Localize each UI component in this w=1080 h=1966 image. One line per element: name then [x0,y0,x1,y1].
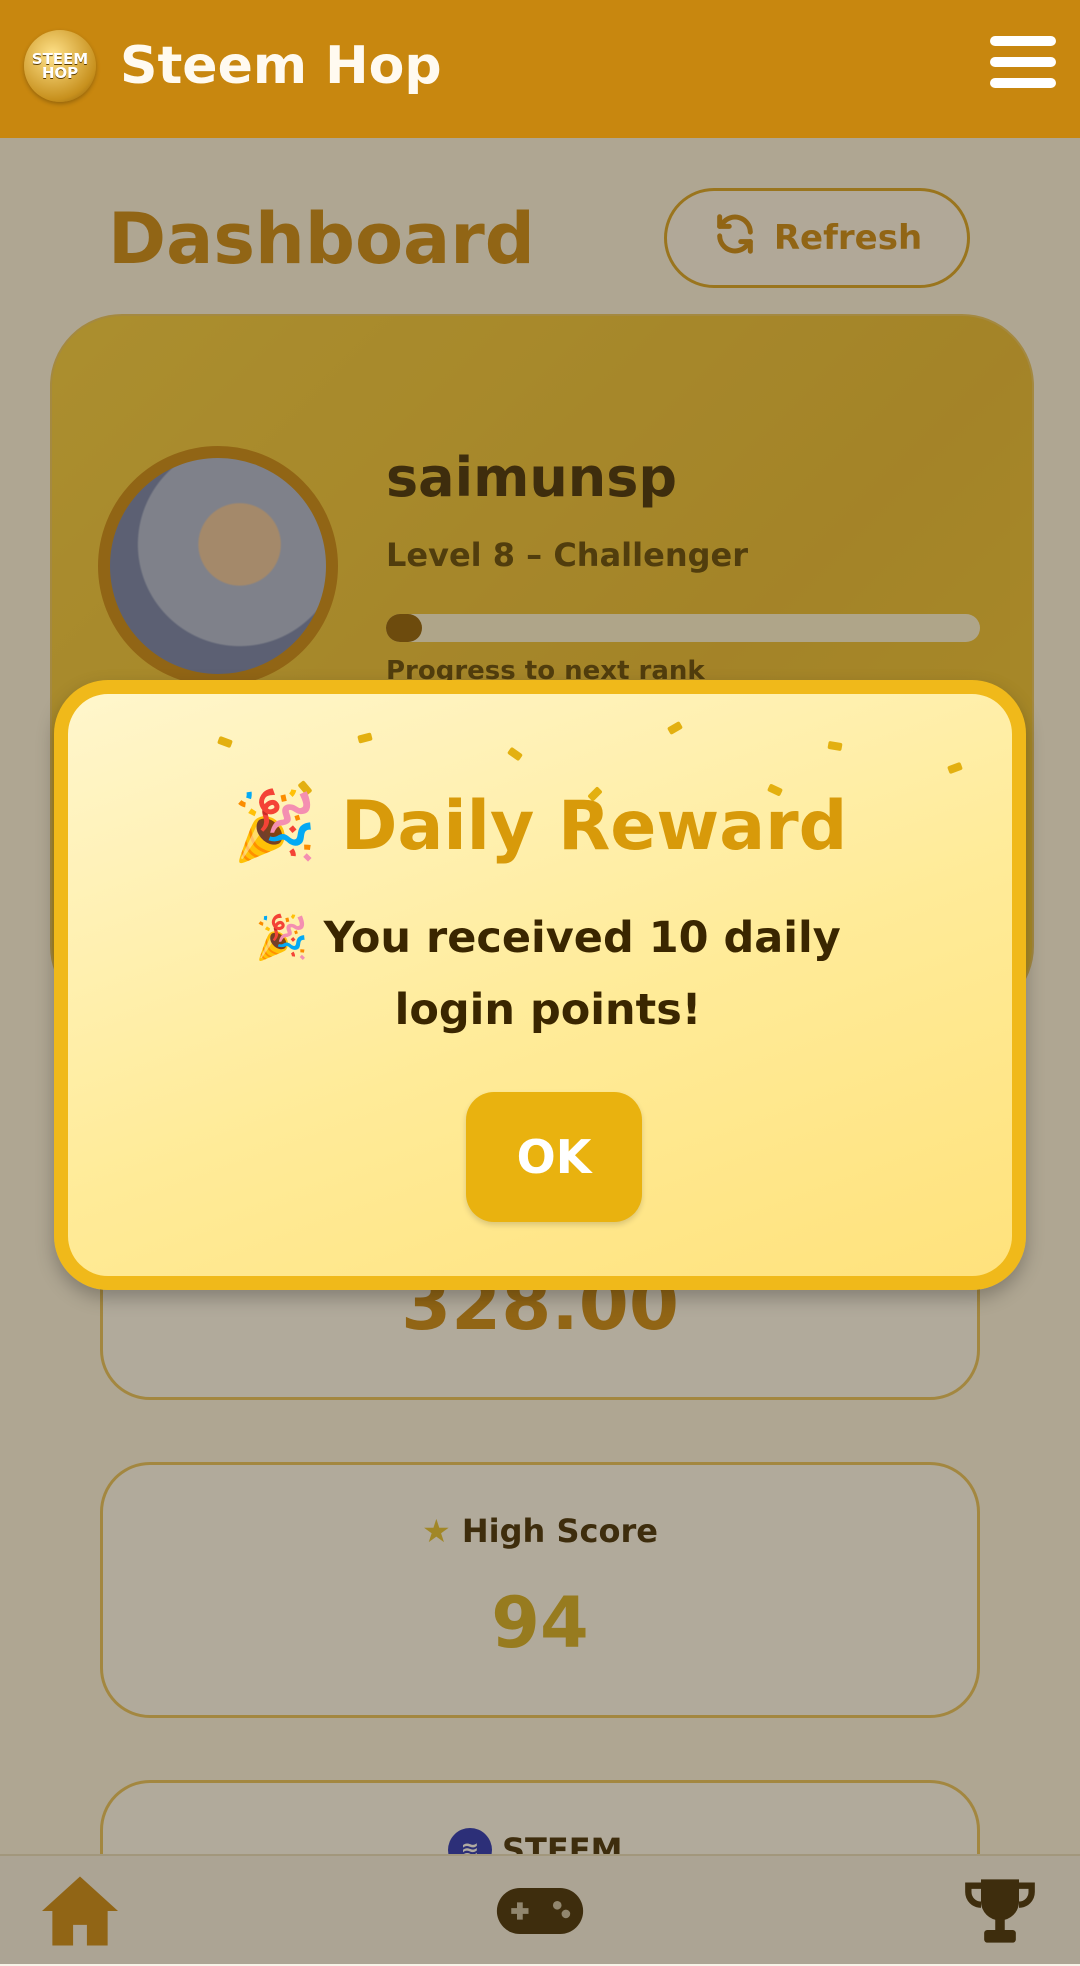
confetti-decoration [506,746,524,762]
confetti-decoration [947,761,963,775]
app-logo[interactable]: STEEM HOP [24,30,96,102]
dialog-title-text: Daily Reward [341,787,848,866]
confetti-decoration [357,732,373,744]
hamburger-icon[interactable] [990,36,1056,96]
confetti-decoration [666,721,684,735]
ok-button[interactable]: OK [466,1092,642,1222]
logo-text: STEEM HOP [31,50,89,82]
app-title: Steem Hop [120,36,442,96]
party-popper-icon: 🎉 [232,787,318,866]
dialog-title: 🎉 Daily Reward [68,786,1012,866]
confetti-decoration [217,735,233,749]
app-header: STEEM HOP Steem Hop [0,0,1080,138]
dialog-message: 🎉 You received 10 daily login points! [255,913,841,1035]
daily-reward-dialog: 🎉 Daily Reward 🎉 You received 10 daily l… [54,680,1026,1290]
confetti-decoration [827,740,843,752]
